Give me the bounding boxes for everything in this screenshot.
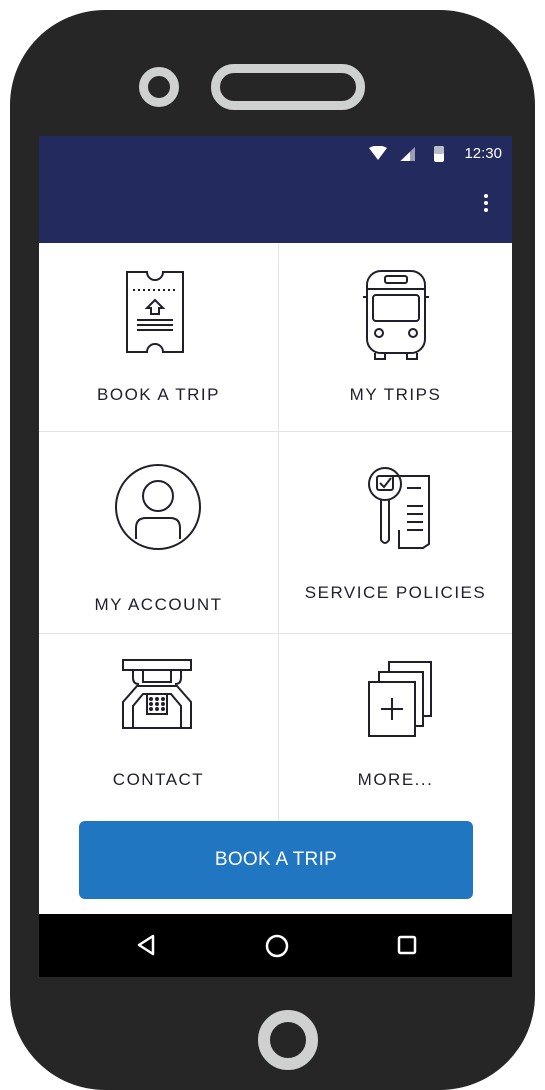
menu-item-book-a-trip[interactable]: BOOK A TRIP	[39, 243, 278, 431]
policy-document-icon	[368, 467, 430, 549]
wifi-icon	[369, 146, 387, 160]
menu-item-my-account[interactable]: MY ACCOUNT	[39, 432, 278, 633]
back-icon[interactable]	[136, 934, 156, 956]
menu-item-more[interactable]: MORE...	[279, 634, 512, 823]
ticket-icon	[126, 271, 184, 353]
stacked-pages-add-icon	[368, 661, 432, 737]
book-a-trip-button[interactable]: BOOK A TRIP	[79, 821, 473, 899]
menu-item-label: MY ACCOUNT	[94, 595, 223, 614]
app-screen: 12:30 BOOK A TRIP MY TRIPS MY ACCOUNT SE…	[39, 136, 512, 977]
menu-item-label: BOOK A TRIP	[97, 385, 220, 404]
menu-item-my-trips[interactable]: MY TRIPS	[279, 243, 512, 431]
home-icon[interactable]	[265, 934, 289, 958]
menu-item-label: MY TRIPS	[349, 385, 442, 404]
recents-icon[interactable]	[397, 935, 417, 955]
user-icon	[115, 464, 201, 550]
menu-item-label: MORE...	[357, 770, 434, 789]
menu-item-label: SERVICE POLICIES	[304, 583, 487, 602]
status-time: 12:30	[464, 145, 502, 162]
telephone-icon	[122, 659, 192, 729]
speaker-icon	[211, 64, 365, 110]
android-nav-bar	[39, 914, 512, 977]
home-hardware-button[interactable]	[258, 1010, 318, 1070]
bus-icon	[363, 270, 429, 360]
signal-icon	[400, 147, 415, 161]
battery-icon	[434, 146, 444, 162]
menu-item-label: CONTACT	[112, 770, 205, 789]
menu-item-contact[interactable]: CONTACT	[39, 634, 278, 823]
overflow-menu-icon[interactable]	[478, 191, 494, 221]
status-bar: 12:30	[39, 136, 512, 171]
camera-icon	[139, 67, 179, 107]
app-toolbar	[39, 171, 512, 243]
menu-item-service-policies[interactable]: SERVICE POLICIES	[279, 432, 512, 633]
